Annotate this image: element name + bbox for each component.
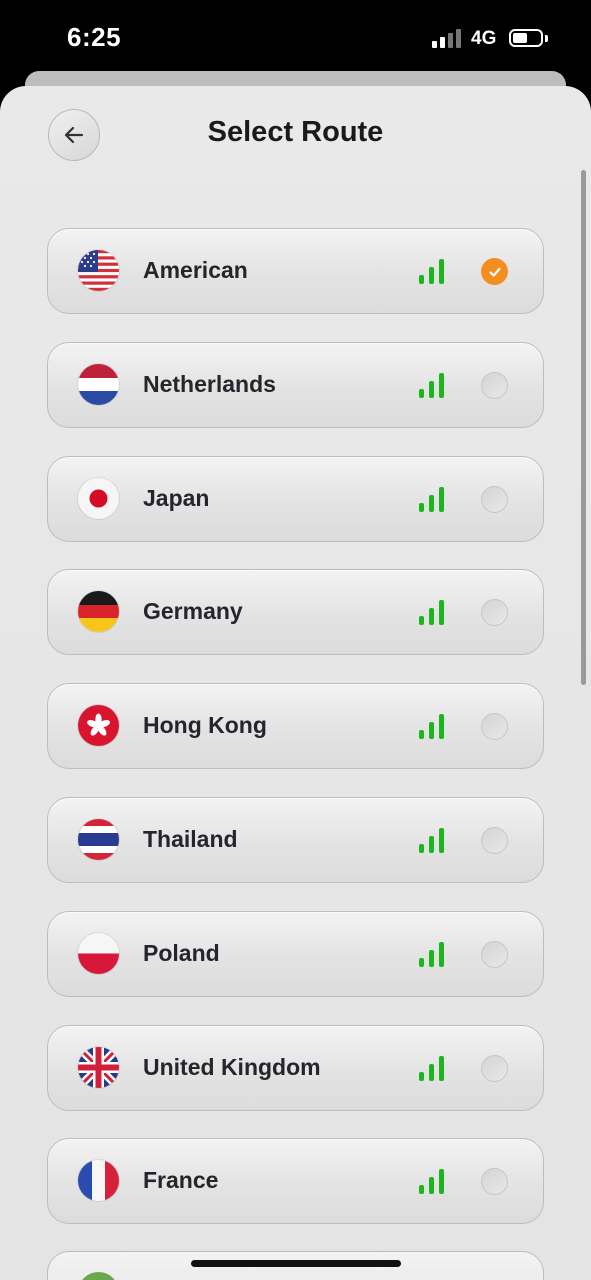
route-list: American Netherlands Japan Germany Hong …	[47, 228, 544, 1252]
flag-icon	[78, 1272, 119, 1280]
route-item-netherlands[interactable]: Netherlands	[47, 341, 544, 428]
battery-icon	[509, 29, 543, 47]
route-name: United Kingdom	[143, 1053, 321, 1080]
radio-button[interactable]	[481, 1054, 508, 1082]
signal-strength-icon	[419, 599, 447, 626]
status-bar: 6:25 4G	[0, 0, 591, 78]
signal-strength-icon	[419, 372, 447, 398]
radio-button[interactable]	[481, 1168, 508, 1196]
status-time: 6:25	[67, 22, 122, 52]
network-type: 4G	[471, 28, 497, 49]
route-name: Thailand	[143, 825, 238, 852]
signal-strength-icon	[419, 486, 447, 512]
route-name: France	[143, 1167, 219, 1194]
radio-button[interactable]	[481, 826, 508, 854]
route-name: American	[143, 257, 248, 283]
radio-button[interactable]	[481, 940, 508, 968]
radio-button[interactable]	[481, 599, 508, 627]
route-item-hong-kong[interactable]: Hong Kong	[47, 683, 544, 770]
poland-flag-icon	[78, 932, 119, 974]
route-item-poland[interactable]: Poland	[47, 910, 544, 997]
route-name: Japan	[143, 484, 210, 511]
page-title: Select Route	[207, 116, 384, 148]
signal-strength-icon	[419, 713, 447, 740]
signal-strength-icon	[419, 1055, 447, 1081]
scrollbar[interactable]	[581, 170, 586, 685]
japan-flag-icon	[78, 477, 119, 519]
uk-flag-icon	[78, 1046, 119, 1088]
hong-kong-flag-icon	[78, 705, 119, 747]
route-item-japan[interactable]: Japan	[47, 455, 544, 542]
signal-strength-icon	[419, 258, 447, 284]
signal-strength-icon	[419, 827, 447, 853]
us-flag-icon	[78, 250, 119, 291]
route-sheet: Select Route American Netherlands Japan …	[0, 86, 591, 1280]
selected-check-icon[interactable]	[481, 258, 508, 285]
home-indicator[interactable]	[191, 1260, 401, 1267]
route-item-american[interactable]: American	[47, 228, 544, 314]
route-item-germany[interactable]: Germany	[47, 569, 544, 656]
route-name: Hong Kong	[143, 712, 267, 739]
battery-cap	[545, 35, 548, 42]
cellular-signal-icon	[432, 28, 462, 48]
signal-strength-icon	[419, 941, 447, 967]
radio-button[interactable]	[481, 485, 508, 513]
route-item-thailand[interactable]: Thailand	[47, 796, 544, 883]
route-item-france[interactable]: France	[47, 1138, 544, 1225]
route-name: Poland	[143, 939, 220, 966]
germany-flag-icon	[78, 591, 119, 633]
radio-button[interactable]	[481, 713, 508, 741]
radio-button[interactable]	[481, 371, 508, 399]
netherlands-flag-icon	[78, 363, 119, 405]
route-name: Netherlands	[143, 370, 276, 397]
thailand-flag-icon	[78, 818, 119, 860]
route-name: Germany	[143, 598, 243, 625]
route-item-united-kingdom[interactable]: United Kingdom	[47, 1024, 544, 1111]
signal-strength-icon	[419, 1168, 447, 1195]
france-flag-icon	[78, 1160, 119, 1202]
